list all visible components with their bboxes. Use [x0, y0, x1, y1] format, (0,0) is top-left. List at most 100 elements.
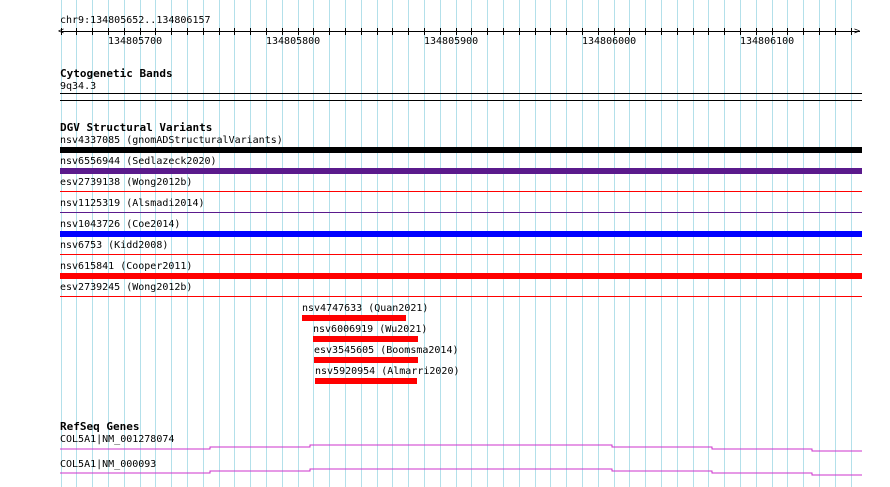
ruler-tick — [851, 28, 852, 35]
grid-line — [392, 0, 393, 487]
grid-line — [693, 0, 694, 487]
ruler-tick — [535, 28, 536, 35]
ruler-tick — [124, 28, 125, 35]
variant-feature[interactable] — [313, 336, 418, 342]
gene-model[interactable] — [0, 464, 890, 480]
ruler-tick — [487, 28, 488, 35]
grid-line — [629, 0, 630, 487]
cytoband-label: 9q34.3 — [60, 81, 97, 92]
variant-label: nsv6753 (Kidd2008) — [60, 240, 169, 251]
grid-line — [282, 0, 283, 487]
variant-feature[interactable] — [314, 357, 418, 363]
track-title: RefSeq Genes — [60, 420, 140, 433]
variant-label: nsv6556944 (Sedlazeck2020) — [60, 156, 217, 167]
track-title: DGV Structural Variants — [60, 121, 213, 134]
cytoband-line — [60, 100, 862, 101]
ruler-tick — [187, 28, 188, 35]
ruler-tick — [234, 28, 235, 35]
ruler-tick — [614, 28, 615, 35]
grid-line — [408, 0, 409, 487]
variant-label: nsv1043726 (Coe2014) — [60, 219, 181, 230]
ruler-tick — [503, 28, 504, 35]
grid-line — [756, 0, 757, 487]
grid-line — [614, 0, 615, 487]
ruler-tick — [140, 28, 141, 35]
variant-feature[interactable] — [60, 191, 862, 192]
grid-line — [645, 0, 646, 487]
ruler-tick — [61, 28, 62, 35]
location-label: chr9:134805652..134806157 — [60, 15, 211, 26]
grid-line — [203, 0, 204, 487]
ruler-tick — [787, 28, 788, 35]
ruler-tick — [250, 28, 251, 35]
grid-line — [724, 0, 725, 487]
grid-line — [677, 0, 678, 487]
ruler-label: 134805700 — [108, 36, 163, 47]
grid-line — [566, 0, 567, 487]
ruler-tick — [756, 28, 757, 35]
grid-line — [835, 0, 836, 487]
variant-feature[interactable] — [60, 147, 862, 153]
grid-line — [424, 0, 425, 487]
variant-feature[interactable] — [60, 296, 862, 297]
grid-line — [487, 0, 488, 487]
gene-model[interactable] — [0, 440, 890, 456]
grid-line — [377, 0, 378, 487]
grid-line — [298, 0, 299, 487]
genome-browser-view[interactable]: chr9:134805652..134806157 < > 134805700 … — [0, 0, 890, 487]
grid-line — [329, 0, 330, 487]
variant-feature[interactable] — [60, 212, 862, 213]
grid-line — [219, 0, 220, 487]
variant-label: nsv6006919 (Wu2021) — [313, 324, 428, 335]
ruler-tick — [345, 28, 346, 35]
ruler-label: 134806000 — [582, 36, 637, 47]
track-title: Cytogenetic Bands — [60, 67, 173, 80]
grid-line — [234, 0, 235, 487]
ruler-tick — [92, 28, 93, 35]
grid-line — [661, 0, 662, 487]
ruler-tick — [835, 28, 836, 35]
ruler-tick — [203, 28, 204, 35]
ruler-tick — [677, 28, 678, 35]
ruler-tick — [629, 28, 630, 35]
grid-line — [787, 0, 788, 487]
variant-label: nsv1125319 (Alsmadi2014) — [60, 198, 205, 209]
ruler-tick — [329, 28, 330, 35]
variant-feature[interactable] — [315, 378, 417, 384]
variant-feature[interactable] — [60, 254, 862, 255]
ruler-tick — [724, 28, 725, 35]
variant-label: esv2739138 (Wong2012b) — [60, 177, 193, 188]
variant-label: nsv4337085 (gnomADStructuralVariants) — [60, 135, 283, 146]
cytoband-line — [60, 93, 862, 94]
ruler-tick — [819, 28, 820, 35]
grid-line — [345, 0, 346, 487]
ruler-right-arrow: > — [854, 26, 861, 37]
ruler-tick — [108, 28, 109, 35]
grid-line — [772, 0, 773, 487]
variant-feature[interactable] — [302, 315, 406, 321]
ruler-tick — [424, 28, 425, 35]
ruler-tick — [519, 28, 520, 35]
ruler-tick — [282, 28, 283, 35]
ruler-tick — [440, 28, 441, 35]
ruler-tick — [598, 28, 599, 35]
variant-feature[interactable] — [60, 231, 862, 237]
ruler-tick — [740, 28, 741, 35]
ruler-tick — [361, 28, 362, 35]
grid-line — [550, 0, 551, 487]
grid-line — [471, 0, 472, 487]
ruler-tick — [471, 28, 472, 35]
ruler-tick — [76, 28, 77, 35]
ruler-tick — [708, 28, 709, 35]
grid-line — [535, 0, 536, 487]
grid-line — [582, 0, 583, 487]
grid-line — [503, 0, 504, 487]
ruler-tick — [772, 28, 773, 35]
grid-line — [708, 0, 709, 487]
ruler-tick — [392, 28, 393, 35]
ruler-tick — [377, 28, 378, 35]
grid-line — [598, 0, 599, 487]
variant-label: esv2739245 (Wong2012b) — [60, 282, 193, 293]
variant-feature[interactable] — [60, 168, 862, 174]
variant-feature[interactable] — [60, 273, 862, 279]
